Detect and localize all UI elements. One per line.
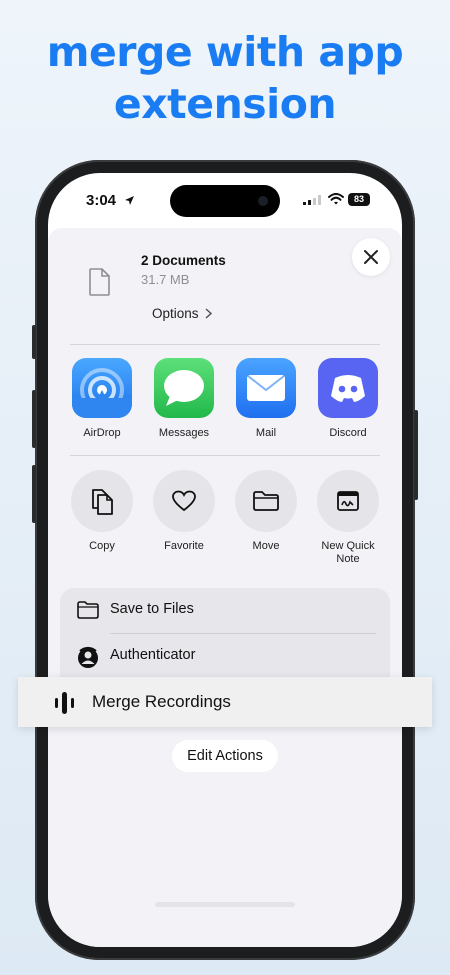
discord-icon bbox=[318, 358, 378, 418]
action-label: Copy bbox=[89, 540, 115, 552]
list-item-save-to-files[interactable]: Save to Files bbox=[60, 588, 390, 632]
close-icon bbox=[364, 250, 378, 264]
waveform-icon bbox=[55, 692, 74, 714]
app-label: Messages bbox=[158, 427, 210, 439]
action-circle bbox=[317, 470, 379, 532]
share-app-mail[interactable]: Mail bbox=[230, 358, 302, 439]
headline: merge with app extension bbox=[0, 26, 450, 130]
action-label: Favorite bbox=[164, 540, 204, 552]
action-favorite[interactable]: Favorite bbox=[144, 470, 224, 553]
action-circle bbox=[71, 470, 133, 532]
quick-note-icon bbox=[337, 491, 359, 511]
folder-icon bbox=[77, 601, 99, 619]
action-label-line-1: New Quick bbox=[321, 540, 375, 552]
action-label: New Quick Note bbox=[308, 540, 388, 566]
status-bar: 3:04 83 bbox=[48, 173, 402, 225]
heart-icon bbox=[172, 490, 196, 512]
action-circle bbox=[235, 470, 297, 532]
divider bbox=[70, 344, 380, 345]
app-label: Discord bbox=[329, 427, 367, 439]
list-item-label: Save to Files bbox=[110, 601, 194, 617]
copy-icon bbox=[92, 489, 113, 515]
divider bbox=[70, 455, 380, 456]
action-new-quick-note[interactable]: New Quick Note bbox=[308, 470, 388, 566]
authenticator-icon bbox=[78, 646, 98, 668]
chevron-right-icon bbox=[205, 308, 212, 319]
volume-up-button bbox=[32, 390, 36, 448]
app-label: Mail bbox=[255, 427, 277, 439]
mute-switch bbox=[32, 325, 36, 359]
status-time: 3:04 bbox=[86, 192, 117, 209]
headline-line-2: extension bbox=[113, 80, 337, 128]
list-item-authenticator[interactable]: Authenticator bbox=[60, 634, 390, 678]
dynamic-island bbox=[170, 185, 280, 217]
home-indicator bbox=[155, 902, 295, 907]
document-icon bbox=[89, 268, 110, 296]
share-app-messages[interactable]: Messages bbox=[148, 358, 220, 439]
options-button[interactable]: Options bbox=[152, 305, 222, 325]
action-label: Move bbox=[252, 540, 280, 552]
volume-down-button bbox=[32, 465, 36, 523]
app-label: AirDrop bbox=[83, 427, 121, 439]
item-title: 2 Documents bbox=[141, 253, 226, 268]
action-copy[interactable]: Copy bbox=[62, 470, 142, 553]
list-item-label: Merge Recordings bbox=[92, 692, 231, 711]
power-button bbox=[414, 410, 418, 500]
action-circle bbox=[153, 470, 215, 532]
edit-actions-button[interactable]: Edit Actions bbox=[172, 740, 278, 772]
mail-icon bbox=[236, 358, 296, 418]
close-button[interactable] bbox=[352, 238, 390, 276]
action-label-line-2: Note bbox=[336, 553, 360, 565]
list-item-label: Authenticator bbox=[110, 647, 196, 663]
battery-indicator: 83 bbox=[348, 193, 370, 206]
action-move[interactable]: Move bbox=[226, 470, 306, 553]
share-app-airdrop[interactable]: AirDrop bbox=[66, 358, 138, 439]
options-label: Options bbox=[152, 306, 199, 321]
camera-dot bbox=[258, 196, 268, 206]
location-arrow-icon bbox=[125, 196, 134, 205]
airdrop-icon bbox=[72, 358, 132, 418]
folder-icon bbox=[253, 491, 279, 511]
item-size: 31.7 MB bbox=[141, 272, 190, 287]
messages-icon bbox=[154, 358, 214, 418]
cellular-signal-icon bbox=[303, 195, 321, 205]
wifi-icon bbox=[328, 193, 344, 205]
list-item-merge-recordings[interactable]: Merge Recordings bbox=[18, 677, 432, 727]
share-app-discord[interactable]: Discord bbox=[312, 358, 384, 439]
headline-line-1: merge with app bbox=[46, 28, 404, 76]
